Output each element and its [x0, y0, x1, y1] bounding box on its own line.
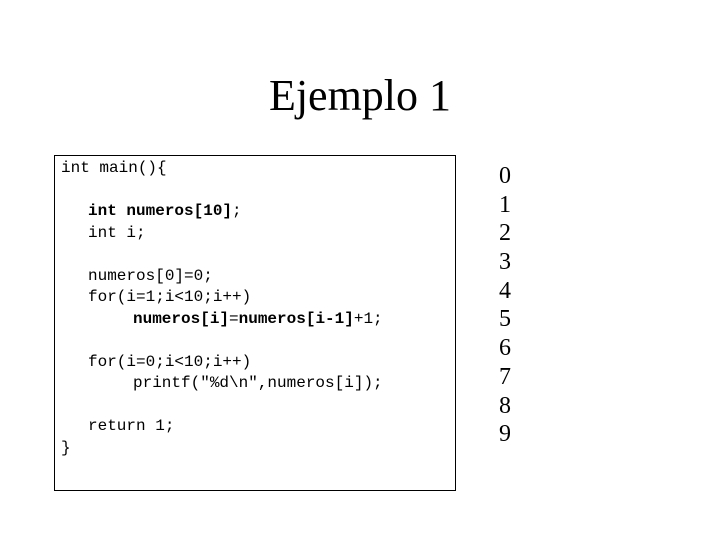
- code-line: numeros[i]=numeros[i-1]+1;: [133, 309, 383, 329]
- code-line: return 1;: [88, 416, 174, 436]
- output-value: 8: [499, 392, 511, 419]
- output-value: 7: [499, 363, 511, 390]
- code-token: int i;: [88, 223, 146, 242]
- code-token: =: [229, 309, 239, 328]
- program-output: 0123456789: [490, 162, 520, 449]
- code-line: printf("%d\n",numeros[i]);: [133, 373, 383, 393]
- code-line: for(i=0;i<10;i++): [88, 352, 251, 372]
- output-value: 9: [499, 421, 511, 448]
- code-token-bold: numeros[i-1]: [238, 309, 354, 328]
- code-line: int numeros[10];: [88, 201, 242, 221]
- code-line: for(i=1;i<10;i++): [88, 287, 251, 307]
- code-token: printf("%d\n",numeros[i]);: [133, 374, 383, 392]
- output-value: 4: [499, 277, 511, 304]
- code-line: }: [61, 438, 71, 458]
- code-token-bold: int numeros[10]: [88, 202, 233, 220]
- output-value: 5: [499, 306, 511, 333]
- output-value: 1: [499, 191, 511, 218]
- code-line: numeros[0]=0;: [88, 266, 213, 286]
- output-value: 0: [499, 163, 511, 189]
- code-block: int main(){ int numeros[10]; int i; numeros…: [54, 155, 456, 491]
- code-line: int main(){: [61, 158, 167, 178]
- code-token: numeros[0]=0;: [88, 266, 213, 285]
- output-value: 2: [499, 220, 511, 247]
- code-token: int main(){: [61, 159, 167, 177]
- code-token: }: [61, 438, 71, 457]
- code-token: return 1;: [88, 417, 175, 435]
- code-token: for(i=1;i<10;i++): [88, 288, 252, 306]
- code-token: +1;: [353, 309, 383, 328]
- output-value: 6: [499, 335, 511, 362]
- output-value: 3: [499, 249, 511, 276]
- code-line: int i;: [88, 223, 146, 243]
- slide-title: Ejemplo 1: [268, 71, 452, 120]
- code-token: for(i=0;i<10;i++): [88, 352, 252, 371]
- code-token: ;: [232, 202, 242, 220]
- code-token-bold: numeros[i]: [133, 309, 230, 328]
